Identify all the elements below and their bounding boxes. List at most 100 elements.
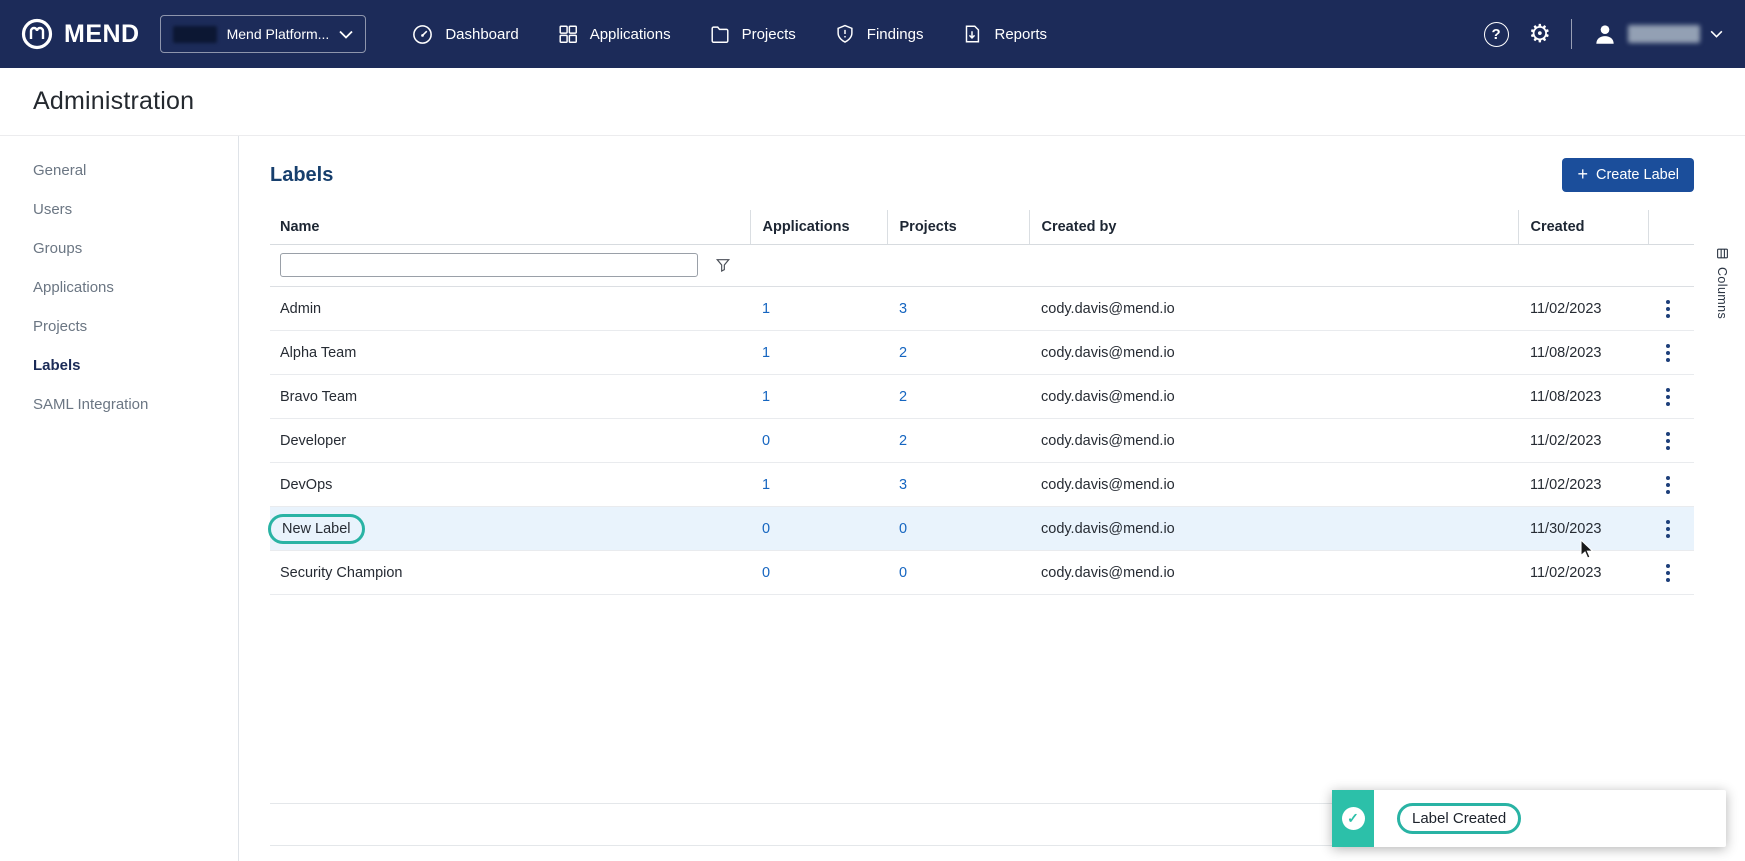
row-menu-button[interactable] [1660,294,1676,324]
main-content: Labels + Create Label Name Application [239,136,1745,861]
applications-count-link[interactable]: 0 [762,433,770,449]
screen: MEND Mend Platform... Dashboard [0,0,1745,861]
column-header-created-by[interactable]: Created by [1029,210,1518,245]
column-header-created[interactable]: Created [1518,210,1648,245]
created-by: cody.davis@mend.io [1041,565,1175,581]
nav-item-label: Reports [994,26,1047,43]
created-date: 11/08/2023 [1530,389,1602,405]
label-name: Security Champion [280,565,403,581]
sidebar-item-general[interactable]: General [0,152,238,189]
columns-panel-toggle[interactable]: Columns [1715,247,1729,319]
name-filter-input[interactable] [280,253,698,277]
created-by: cody.davis@mend.io [1041,433,1175,449]
applications-count-link[interactable]: 0 [762,521,770,537]
created-date: 11/02/2023 [1530,477,1602,493]
created-date: 11/02/2023 [1530,433,1602,449]
redacted-username [1628,25,1700,43]
gear-icon[interactable]: ⚙ [1529,22,1551,47]
table-row[interactable]: Bravo Team 1 2 cody.davis@mend.io 11/08/… [270,375,1694,419]
projects-folder-icon [709,23,731,45]
sidebar-item-projects[interactable]: Projects [0,308,238,345]
applications-count-link[interactable]: 1 [762,301,770,317]
column-header-projects[interactable]: Projects [887,210,1029,245]
brand-name: MEND [64,20,140,49]
filter-funnel-icon[interactable] [715,257,731,273]
redacted-org-name [173,26,217,43]
create-label-button[interactable]: + Create Label [1562,158,1694,192]
table-row[interactable]: Alpha Team 1 2 cody.davis@mend.io 11/08/… [270,331,1694,375]
labels-table-container: Name Applications Projects Created by Cr… [270,210,1694,846]
labels-table: Name Applications Projects Created by Cr… [270,210,1694,595]
table-row[interactable]: Admin 1 3 cody.davis@mend.io 11/02/2023 [270,287,1694,331]
navbar-divider [1571,19,1572,49]
sidebar-item-users[interactable]: Users [0,191,238,228]
column-header-applications[interactable]: Applications [750,210,887,245]
projects-count-link[interactable]: 2 [899,433,907,449]
help-icon[interactable]: ? [1484,22,1509,47]
chevron-down-icon [339,26,353,42]
row-menu-button[interactable] [1660,426,1676,456]
label-name: DevOps [280,477,332,493]
columns-tab-label: Columns [1715,267,1729,319]
page-header: Administration [0,68,1745,136]
projects-count-link[interactable]: 3 [899,301,907,317]
applications-count-link[interactable]: 1 [762,345,770,361]
nav-item-label: Projects [742,26,796,43]
projects-count-link[interactable]: 2 [899,345,907,361]
projects-count-link[interactable]: 0 [899,521,907,537]
table-row[interactable]: Developer 0 2 cody.davis@mend.io 11/02/2… [270,419,1694,463]
labels-heading: Labels [270,164,333,187]
table-row-new-label[interactable]: New Label 0 0 cody.davis@mend.io 11/30/2… [270,507,1694,551]
created-by: cody.davis@mend.io [1041,389,1175,405]
row-menu-button[interactable] [1660,382,1676,412]
label-name: New Label [282,521,351,537]
table-row[interactable]: DevOps 1 3 cody.davis@mend.io 11/02/2023 [270,463,1694,507]
table-row[interactable]: Security Champion 0 0 cody.davis@mend.io… [270,551,1694,595]
row-menu-button[interactable] [1660,558,1676,588]
toast-message-annotation: Label Created [1397,803,1521,834]
mend-logo-icon [20,17,54,51]
findings-shield-icon [834,23,856,45]
org-selector-label: Mend Platform... [227,26,330,42]
created-by: cody.davis@mend.io [1041,477,1175,493]
nav-item-dashboard[interactable]: Dashboard [392,0,537,68]
sidebar-item-applications[interactable]: Applications [0,269,238,306]
column-header-actions [1648,210,1694,245]
sidebar-item-saml-integration[interactable]: SAML Integration [0,386,238,423]
row-menu-button[interactable] [1660,514,1676,544]
nav-item-applications[interactable]: Applications [538,0,690,68]
mend-logo: MEND [20,17,140,51]
nav-item-label: Findings [867,26,924,43]
org-selector-dropdown[interactable]: Mend Platform... [160,15,367,53]
navbar-right: ? ⚙ [1484,19,1723,49]
projects-count-link[interactable]: 2 [899,389,907,405]
column-header-name[interactable]: Name [270,210,750,245]
applications-count-link[interactable]: 1 [762,389,770,405]
nav-item-label: Applications [590,26,671,43]
admin-sidebar: General Users Groups Applications Projec… [0,136,239,861]
applications-count-link[interactable]: 1 [762,477,770,493]
user-avatar-icon [1592,21,1618,47]
chevron-down-icon [1710,25,1723,43]
projects-count-link[interactable]: 3 [899,477,907,493]
success-check-icon: ✓ [1342,807,1365,830]
projects-count-link[interactable]: 0 [899,565,907,581]
row-menu-button[interactable] [1660,470,1676,500]
applications-count-link[interactable]: 0 [762,565,770,581]
nav-item-label: Dashboard [445,26,518,43]
row-menu-button[interactable] [1660,338,1676,368]
nav-item-projects[interactable]: Projects [690,0,815,68]
sidebar-item-groups[interactable]: Groups [0,230,238,267]
nav-item-findings[interactable]: Findings [815,0,943,68]
created-by: cody.davis@mend.io [1041,301,1175,317]
user-menu[interactable] [1592,21,1723,47]
toast-success-strip: ✓ [1332,790,1374,847]
created-by: cody.davis@mend.io [1041,521,1175,537]
toast-message: Label Created [1412,810,1506,827]
table-header-row: Name Applications Projects Created by Cr… [270,210,1694,245]
sidebar-item-labels[interactable]: Labels [0,347,238,384]
created-by: cody.davis@mend.io [1041,345,1175,361]
top-navbar: MEND Mend Platform... Dashboard [0,0,1745,68]
nav-item-reports[interactable]: Reports [942,0,1066,68]
page-title: Administration [33,87,194,116]
